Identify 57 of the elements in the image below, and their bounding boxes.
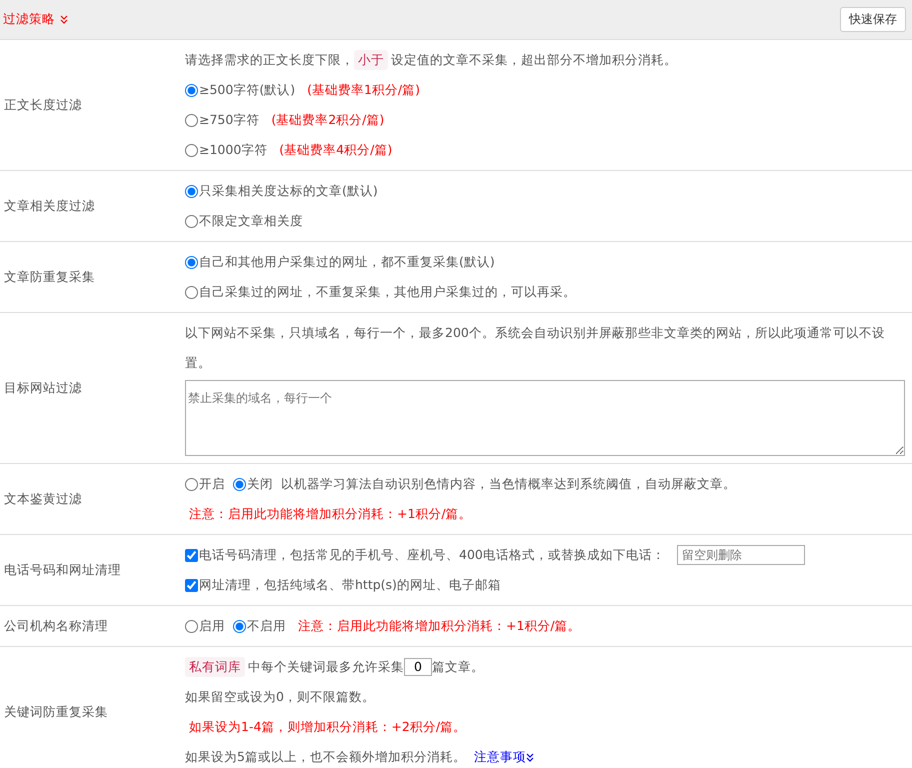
double-chevron-icon bbox=[60, 15, 68, 24]
domain-text-area[interactable]: 禁止采集的域名，每行一个 bbox=[185, 380, 905, 456]
quick-save-button[interactable]: 快速保存 bbox=[840, 7, 906, 32]
note-text: (基础费率4积分/篇) bbox=[279, 141, 392, 159]
option-label[interactable]: ≥500字符(默认) bbox=[199, 75, 296, 105]
note-text: (基础费率2积分/篇) bbox=[271, 111, 384, 129]
option-label[interactable]: ≥750字符 bbox=[199, 105, 260, 135]
description-text: 篇文章。 bbox=[432, 658, 484, 676]
description-text: 请选择需求的正文长度下限， bbox=[185, 51, 354, 69]
row-label: 文章相关度过滤 bbox=[3, 196, 96, 214]
tag-label: 小于 bbox=[354, 50, 388, 70]
option-label[interactable]: 不启用 bbox=[247, 611, 286, 641]
radio-button[interactable] bbox=[185, 620, 198, 632]
row-label: 正文长度过滤 bbox=[3, 96, 83, 114]
row-label: 公司机构名称清理 bbox=[3, 616, 109, 634]
option-label[interactable]: ≥1000字符 bbox=[199, 135, 268, 165]
tag-label: 私有词库 bbox=[185, 657, 245, 677]
description-text: 以机器学习算法自动识别色情内容，当色情概率达到系统阈值，自动屏蔽文章。 bbox=[281, 475, 736, 493]
option-label[interactable]: 电话号码清理，包括常见的手机号、座机号、400电话格式，或替换成如下电话： bbox=[199, 540, 665, 570]
row-label: 目标网站过滤 bbox=[3, 378, 83, 396]
radio-button[interactable] bbox=[185, 84, 198, 96]
radio-button[interactable] bbox=[233, 478, 246, 490]
row-label: 关键词防重复采集 bbox=[3, 702, 109, 720]
option-label[interactable]: 自己和其他用户采集过的网址，都不重复采集(默认) bbox=[199, 247, 495, 277]
note-text: (基础费率1积分/篇) bbox=[307, 81, 420, 99]
note-text: 注意：启用此功能将增加积分消耗：+1积分/篇。 bbox=[298, 617, 581, 635]
note-text: 如果设为1-4篇，则增加积分消耗：+2积分/篇。 bbox=[189, 718, 466, 736]
notes-link[interactable]: 注意事项 bbox=[474, 742, 534, 768]
radio-button[interactable] bbox=[185, 114, 198, 126]
double-chevron-icon bbox=[526, 752, 534, 762]
phone-input-field[interactable]: 留空则删除 bbox=[676, 545, 805, 565]
description-text: 如果设为5篇或以上，也不会额外增加积分消耗。 bbox=[185, 748, 466, 766]
option-label[interactable]: 自己采集过的网址，不重复采集，其他用户采集过的，可以再采。 bbox=[199, 277, 576, 307]
row-label: 文章防重复采集 bbox=[3, 268, 96, 286]
row-label: 文本鉴黄过滤 bbox=[3, 490, 83, 508]
radio-button[interactable] bbox=[185, 478, 198, 490]
option-label[interactable]: 只采集相关度达标的文章(默认) bbox=[199, 176, 378, 206]
option-label[interactable]: 启用 bbox=[199, 611, 225, 641]
option-label[interactable]: 开启 bbox=[199, 469, 225, 499]
description-text: 中每个关键词最多允许采集 bbox=[248, 658, 404, 676]
radio-button[interactable] bbox=[185, 256, 198, 268]
radio-button[interactable] bbox=[185, 144, 198, 156]
option-label[interactable]: 网址清理，包括纯域名、带http(s)的网址、电子邮箱 bbox=[199, 570, 501, 600]
description-text: 如果留空或设为0，则不限篇数。 bbox=[185, 688, 375, 706]
checkbox[interactable] bbox=[185, 548, 198, 562]
row-label: 电话号码和网址清理 bbox=[3, 560, 122, 578]
description-text: 以下网站不采集，只填域名，每行一个，最多200个。系统会自动识别并屏蔽那些非文章类的网站，所以此项通常可以不设置。 bbox=[185, 324, 886, 372]
radio-button[interactable] bbox=[185, 286, 198, 298]
radio-button[interactable] bbox=[185, 214, 198, 228]
count-input-field[interactable]: 0 bbox=[404, 658, 432, 676]
option-label[interactable]: 关闭 bbox=[247, 469, 273, 499]
note-text: 注意：启用此功能将增加积分消耗：+1积分/篇。 bbox=[189, 505, 472, 523]
description-text: 设定值的文章不采集，超出部分不增加积分消耗。 bbox=[391, 51, 677, 69]
radio-button[interactable] bbox=[185, 184, 198, 198]
checkbox[interactable] bbox=[185, 578, 198, 592]
radio-button[interactable] bbox=[233, 620, 246, 632]
option-label[interactable]: 不限定文章相关度 bbox=[199, 206, 303, 236]
